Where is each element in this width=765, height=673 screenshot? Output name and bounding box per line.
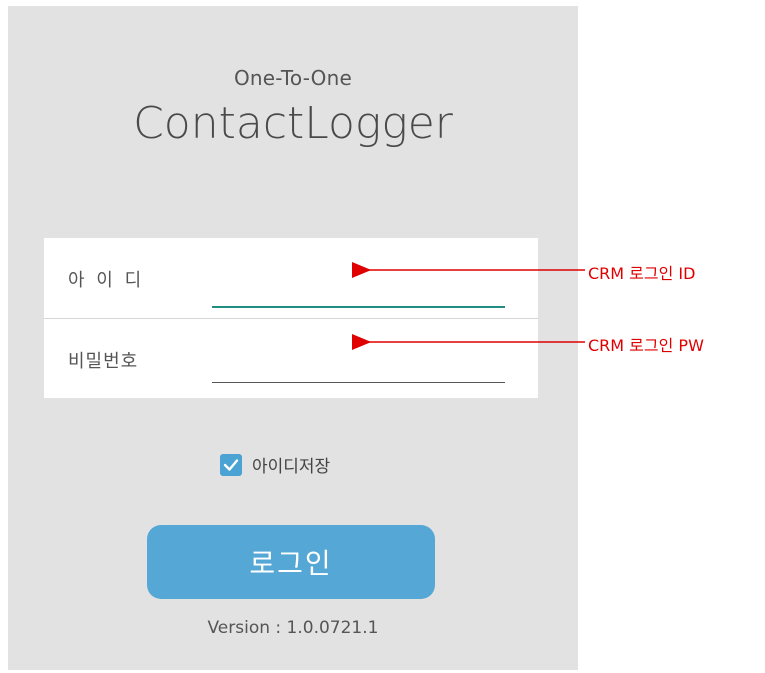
app-subtitle: One-To-One xyxy=(233,66,353,90)
login-panel: One-To-One ContactLogger 아 이 디 비밀번호 아이디저… xyxy=(8,6,578,670)
id-annotation: CRM 로그인 ID xyxy=(588,264,696,283)
id-underline xyxy=(212,306,505,308)
pw-annotation: CRM 로그인 PW xyxy=(588,336,704,355)
checkmark-icon xyxy=(223,458,239,471)
login-form: 아 이 디 비밀번호 xyxy=(44,238,538,398)
login-button[interactable]: 로그인 xyxy=(147,525,435,599)
remember-id-option[interactable]: 아이디저장 xyxy=(220,452,330,477)
id-input[interactable] xyxy=(212,274,509,306)
id-label: 아 이 디 xyxy=(68,270,145,291)
remember-id-checkbox[interactable] xyxy=(220,453,242,476)
pw-row: 비밀번호 xyxy=(44,319,538,398)
app-title: ContactLogger xyxy=(133,98,453,149)
pw-label: 비밀번호 xyxy=(68,351,139,372)
remember-id-label: 아이디저장 xyxy=(252,457,331,477)
version-text: Version : 1.0.0721.1 xyxy=(207,618,379,638)
pw-underline xyxy=(212,382,505,383)
id-row: 아 이 디 xyxy=(44,238,538,319)
